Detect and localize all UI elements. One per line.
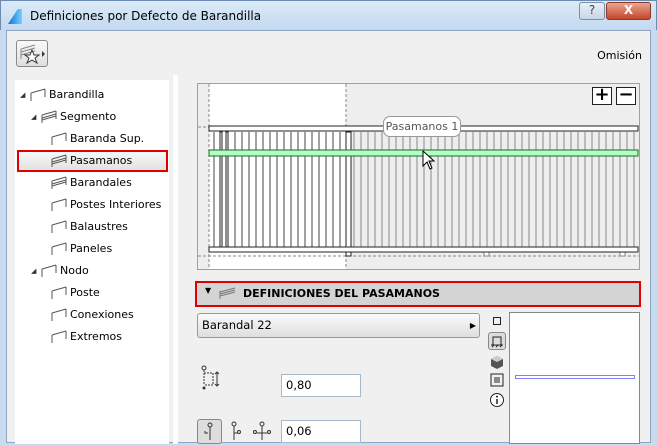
offset-input[interactable]: 0,06 [281, 420, 361, 443]
railing-preview[interactable]: + − Pasamanos 1 [197, 83, 640, 270]
railing-part-icon [51, 286, 67, 299]
profile-preview [509, 312, 640, 444]
section-view-icon[interactable] [488, 332, 506, 350]
railing-star-icon [20, 44, 45, 65]
omision-label: Omisión [597, 49, 642, 62]
height-icon [201, 365, 220, 390]
settings-tree: ◢ Barandilla ◢ Segmento Baranda Sup. Pasamano… [15, 80, 169, 444]
info-icon[interactable] [488, 392, 506, 410]
plan-view-icon[interactable] [488, 313, 506, 331]
tree-item-label: Nodo [60, 264, 89, 277]
anchor-center-button[interactable] [197, 419, 222, 444]
profile-dropdown[interactable]: Barandal 22 ▶ [197, 313, 480, 338]
profile-value: Barandal 22 [202, 318, 272, 332]
railing-part-icon [51, 308, 67, 321]
tree-item-label: Baranda Sup. [70, 132, 145, 145]
tree-item[interactable]: Barandales [15, 172, 169, 194]
elevation-view-icon[interactable] [488, 372, 506, 390]
tree-item[interactable]: Conexiones [15, 304, 169, 326]
tree-item-label: Extremos [70, 330, 122, 343]
tree-item-label: Segmento [60, 110, 117, 123]
anchor-both-icon[interactable] [251, 421, 273, 443]
title-bar: Definiciones por Defecto de Barandilla ?… [0, 0, 657, 30]
expand-icon[interactable]: ◢ [20, 84, 25, 106]
railing-part-icon [51, 198, 67, 211]
tree-item[interactable]: ◢ Nodo [15, 260, 169, 282]
tree-item[interactable]: Baranda Sup. [15, 128, 169, 150]
tree-item[interactable]: Poste [15, 282, 169, 304]
handrail-icon [219, 287, 236, 299]
preview-tooltip: Pasamanos 1 [383, 116, 461, 137]
tree-item[interactable]: Pasamanos [15, 150, 169, 172]
railing-part-icon [41, 110, 57, 123]
tree-item[interactable]: Balaustres [15, 216, 169, 238]
railing-part-icon [51, 242, 67, 255]
zoom-in-button[interactable]: + [592, 86, 612, 105]
tree-item-label: Balaustres [70, 220, 128, 233]
tree-item-label: Paneles [70, 242, 113, 255]
tree-item-label: Pasamanos [70, 154, 133, 167]
tree-item-label: Barandales [70, 176, 132, 189]
tree-item[interactable]: ◢ Segmento [15, 106, 169, 128]
cursor-icon [422, 150, 436, 170]
expand-icon[interactable]: ◢ [31, 260, 36, 282]
collapse-arrow-icon[interactable]: ▼ [205, 286, 211, 295]
railing-part-icon [51, 132, 67, 145]
tree-item[interactable]: Extremos [15, 326, 169, 348]
favorites-button[interactable] [16, 40, 48, 67]
tree-item-label: Conexiones [70, 308, 134, 321]
help-button[interactable]: ? [579, 2, 605, 20]
window-title: Definiciones por Defecto de Barandilla [30, 9, 262, 23]
app-icon [8, 9, 22, 24]
tree-item-label: Barandilla [49, 88, 105, 101]
railing-part-icon [51, 330, 67, 343]
tree-item[interactable]: Paneles [15, 238, 169, 260]
railing-part-icon [51, 176, 67, 189]
chevron-right-icon: ▶ [469, 321, 476, 330]
anchor-side-icon[interactable] [229, 421, 245, 443]
tree-item-label: Poste [70, 286, 100, 299]
height-input[interactable]: 0,80 [281, 374, 361, 397]
panel-divider[interactable] [173, 75, 178, 444]
expand-icon[interactable]: ◢ [31, 106, 36, 128]
dialog-body: Omisión ◢ Barandilla ◢ Segmento Baranda Sup.… [6, 30, 651, 444]
zoom-out-button[interactable]: − [616, 86, 636, 105]
railing-part-icon [51, 220, 67, 233]
railing-drawing [198, 84, 639, 269]
profile-shape [515, 375, 635, 379]
tree-item[interactable]: Postes Interiores [15, 194, 169, 216]
section-header-pasamanos[interactable]: ▼ DEFINICIONES DEL PASAMANOS [195, 281, 641, 307]
3d-view-icon[interactable] [488, 354, 506, 372]
tree-item[interactable]: ◢ Barandilla [15, 84, 169, 106]
railing-part-icon [30, 88, 46, 101]
section-title: DEFINICIONES DEL PASAMANOS [243, 287, 440, 300]
railing-part-icon [51, 154, 67, 167]
close-button[interactable]: X [606, 2, 651, 20]
tree-item-label: Postes Interiores [70, 198, 162, 211]
railing-part-icon [41, 264, 57, 277]
